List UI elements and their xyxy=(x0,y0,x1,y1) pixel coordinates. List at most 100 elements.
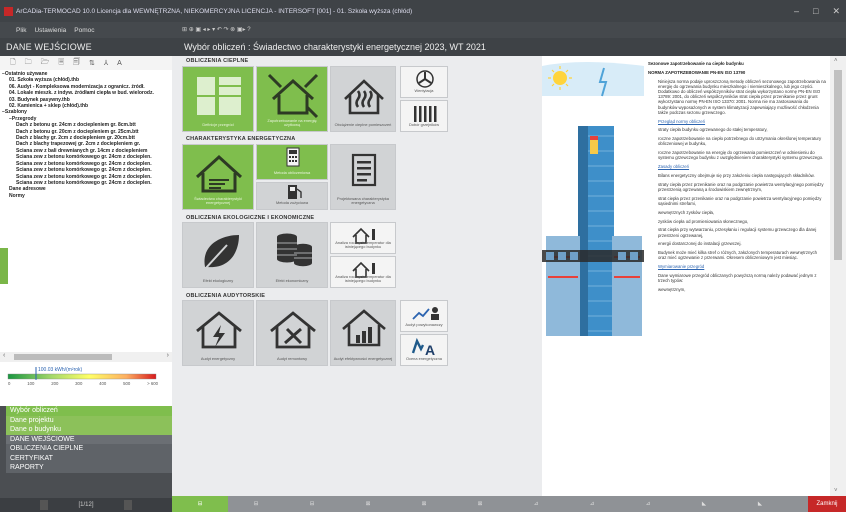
tile-efekt-ekonomiczny[interactable]: Efekt ekonomiczny xyxy=(256,222,328,288)
tile-label: Świadectwo charakterystyki energetycznej xyxy=(194,195,242,206)
coins-icon xyxy=(277,233,312,267)
help-link[interactable]: Przegląd normy obliczeń xyxy=(648,119,826,124)
tree-item[interactable]: Ściana zew z betonu komórkowego gr. 24cm… xyxy=(0,167,172,173)
tile-label: Audyt remontowy xyxy=(276,356,308,362)
maximize-button[interactable]: □ xyxy=(813,6,818,16)
help-bullet: strat ciepła przez przenikanie oraz na p… xyxy=(658,195,822,206)
help-vscrollbar[interactable]: ˄ ˅ xyxy=(830,56,846,496)
scroll-left-icon[interactable]: ‹ xyxy=(3,352,5,359)
bottom-tab-6[interactable]: ⊿ xyxy=(508,496,564,512)
tree-item[interactable]: 04. Lokale mieszk. z indyw. źródłami cie… xyxy=(0,90,172,96)
tile-ocena-energetyczna[interactable]: A Ocena energetyczna xyxy=(400,334,448,366)
zamknij-button[interactable]: Zamknij xyxy=(808,496,846,512)
tile-label: Audyt energetyczny xyxy=(200,356,236,362)
tile-wentylacja[interactable]: Wentylacja xyxy=(400,66,448,98)
help-title: Sezonowe zapotrzebowanie na ciepło budyn… xyxy=(648,61,744,66)
nav-step-3[interactable]: DANE WEJŚCIOWE xyxy=(6,434,172,444)
rating-a-icon: A xyxy=(411,337,435,358)
scroll-right-icon[interactable]: › xyxy=(167,352,169,359)
new-icon[interactable]: 🗋 xyxy=(10,58,16,69)
tree-item[interactable]: Normy xyxy=(0,193,172,199)
bottom-tab-4[interactable]: ⊠ xyxy=(396,496,452,512)
leaf-icon xyxy=(204,235,239,270)
tile-label: Analiza rocznych temperatur dla istnieją… xyxy=(335,273,391,284)
font-icon[interactable]: A xyxy=(117,60,122,67)
tile-label: Zapotrzebowanie na energię użytkową xyxy=(267,117,317,128)
help-bullet: zysków ciepła od promieniowania słoneczn… xyxy=(658,218,749,224)
tree-toolbar: 🗋 🗀 🗁 🗏 🗐 ⇅ ⅄ A xyxy=(0,56,172,70)
tile-obciazenie-cieplne[interactable]: Obciążenie cieplne pomieszczeń xyxy=(330,66,396,132)
help-link[interactable]: Zasady obliczeń xyxy=(648,164,826,169)
page-title: Wybór obliczeń : Świadectwo charakteryst… xyxy=(172,38,846,56)
help-link[interactable]: Wymiarowanie przegród xyxy=(648,264,826,269)
tree-item[interactable]: Ściana zew z betonu komórkowego gr. 24cm… xyxy=(0,154,172,160)
bottom-tab-7[interactable]: ⊿ xyxy=(564,496,620,512)
nav-step-0[interactable]: Wybór obliczeń xyxy=(6,406,172,416)
help-bullet: straty ciepła budynku ogrzewanego do sta… xyxy=(658,127,768,133)
tree-hscrollbar[interactable]: ‹ › xyxy=(0,352,172,362)
tile-audyt-efektywnosci[interactable]: Audyt efektywności energetycznej xyxy=(330,300,396,366)
bottom-tab-5[interactable]: ⊠ xyxy=(452,496,508,512)
tile-metoda-zuzyciowa[interactable]: Metoda zużyciowa xyxy=(256,182,328,210)
tile-metoda-obliczeniowa[interactable]: Metoda obliczeniowa xyxy=(256,144,328,180)
tile-audyt-powykonawczy[interactable]: Audyt powykonawczy xyxy=(400,300,448,332)
bottom-toolbar: ⊟⊟⊟⊠⊠⊠⊿⊿⊿◣◣◣Zamknij xyxy=(172,496,846,512)
nav-step-6[interactable]: RAPORTY xyxy=(6,463,172,473)
next-page-button[interactable] xyxy=(123,500,132,510)
scroll-up-icon[interactable]: ˄ xyxy=(834,58,838,64)
section-heating: OBLICZENIA CIEPLNE xyxy=(186,58,249,64)
tile-analiza-temperatur-2[interactable]: Analiza rocznych temperatur dla istnieją… xyxy=(330,256,396,288)
bottom-tab-9[interactable]: ◣ xyxy=(676,496,732,512)
menu-ustawienia[interactable]: Ustawienia xyxy=(34,27,66,34)
project-tree[interactable]: −Ostatnio używane 01. Szkoła wyższa (chłó… xyxy=(0,70,172,352)
menu-plik[interactable]: Plik xyxy=(16,27,26,34)
tile-audyt-energetyczny[interactable]: Audyt energetyczny xyxy=(182,300,254,366)
bottom-tab-8[interactable]: ⊿ xyxy=(620,496,676,512)
help-paragraph: Bilans energetyczny obejmuje się przy za… xyxy=(658,173,815,178)
tick: 300 xyxy=(75,381,83,386)
folder-icon[interactable]: 🗁 xyxy=(41,58,50,69)
scale-ticks: 0 100 200 300 400 500 > 600 xyxy=(8,381,158,386)
tile-projektowana-charakterystyka[interactable]: Projektowana charakterystyka energetyczn… xyxy=(330,144,396,210)
main-toolbar[interactable]: ⊞ ⊕ ▣ ◂ ▸ ▾ ↶ ↷ ⊗ ▣▸ ? xyxy=(172,22,846,38)
side-collapse-tab[interactable] xyxy=(0,248,8,284)
tile-audyt-remontowy[interactable]: Audyt remontowy xyxy=(256,300,328,366)
scroll-thumb[interactable] xyxy=(834,70,842,260)
building-illustration xyxy=(542,56,644,496)
tile-dobor-grzejnikow[interactable]: Dobór grzejników xyxy=(400,100,448,132)
prev-page-button[interactable] xyxy=(40,500,49,510)
tile-definicje-przegrod[interactable]: Definicje przegród xyxy=(182,66,254,132)
tile-zapotrzebowanie[interactable]: Zapotrzebowanie na energię użytkową xyxy=(256,66,328,132)
bottom-tab-1[interactable]: ⊟ xyxy=(228,496,284,512)
minimize-button[interactable]: – xyxy=(794,6,799,16)
house-chart-icon xyxy=(342,309,386,347)
nav-step-2[interactable]: Dane o budynku xyxy=(6,425,172,435)
tile-label: Audyt powykonawczy xyxy=(405,322,443,328)
nav-step-1[interactable]: Dane projektu xyxy=(6,415,172,425)
house-tools-icon xyxy=(270,311,316,349)
bottom-tab-0[interactable]: ⊟ xyxy=(172,496,228,512)
menu-bar: Plik Ustawienia Pomoc xyxy=(0,22,172,38)
scroll-down-icon[interactable]: ˅ xyxy=(834,488,838,494)
title-bar: ArCADia-TERMOCAD 10.0 Licencja dla WEWNĘ… xyxy=(0,0,846,22)
nav-step-5[interactable]: CERTYFIKAT xyxy=(6,453,172,463)
tick: 100 xyxy=(27,381,35,386)
tree-item[interactable]: Ściana zew z betonu komórkowego gr. 24cm… xyxy=(0,174,172,180)
close-window-button[interactable]: ✕ xyxy=(832,6,840,17)
open-icon[interactable]: 🗀 xyxy=(25,58,32,69)
fan-icon xyxy=(416,70,434,88)
filter-icon[interactable]: ⅄ xyxy=(104,59,108,67)
tile-efekt-ekologiczny[interactable]: Efekt ekologiczny xyxy=(182,222,254,288)
tile-analiza-temperatur-1[interactable]: Analiza rocznych temperatur dla istnieją… xyxy=(330,222,396,254)
tile-swiadectwo[interactable]: Świadectwo charakterystyki energetycznej xyxy=(182,144,254,210)
sort-icon[interactable]: ⇅ xyxy=(89,59,95,67)
nav-step-4[interactable]: OBLICZENIA CIEPLNE xyxy=(6,444,172,454)
bottom-tab-2[interactable]: ⊟ xyxy=(284,496,340,512)
bottom-tab-3[interactable]: ⊠ xyxy=(340,496,396,512)
paste-icon[interactable]: 🗐 xyxy=(73,58,80,69)
scroll-thumb[interactable] xyxy=(14,354,112,360)
copy-icon[interactable]: 🗏 xyxy=(58,58,64,69)
bottom-tab-10[interactable]: ◣ xyxy=(732,496,788,512)
menu-pomoc[interactable]: Pomoc xyxy=(74,27,94,34)
tick: > 600 xyxy=(147,381,158,386)
